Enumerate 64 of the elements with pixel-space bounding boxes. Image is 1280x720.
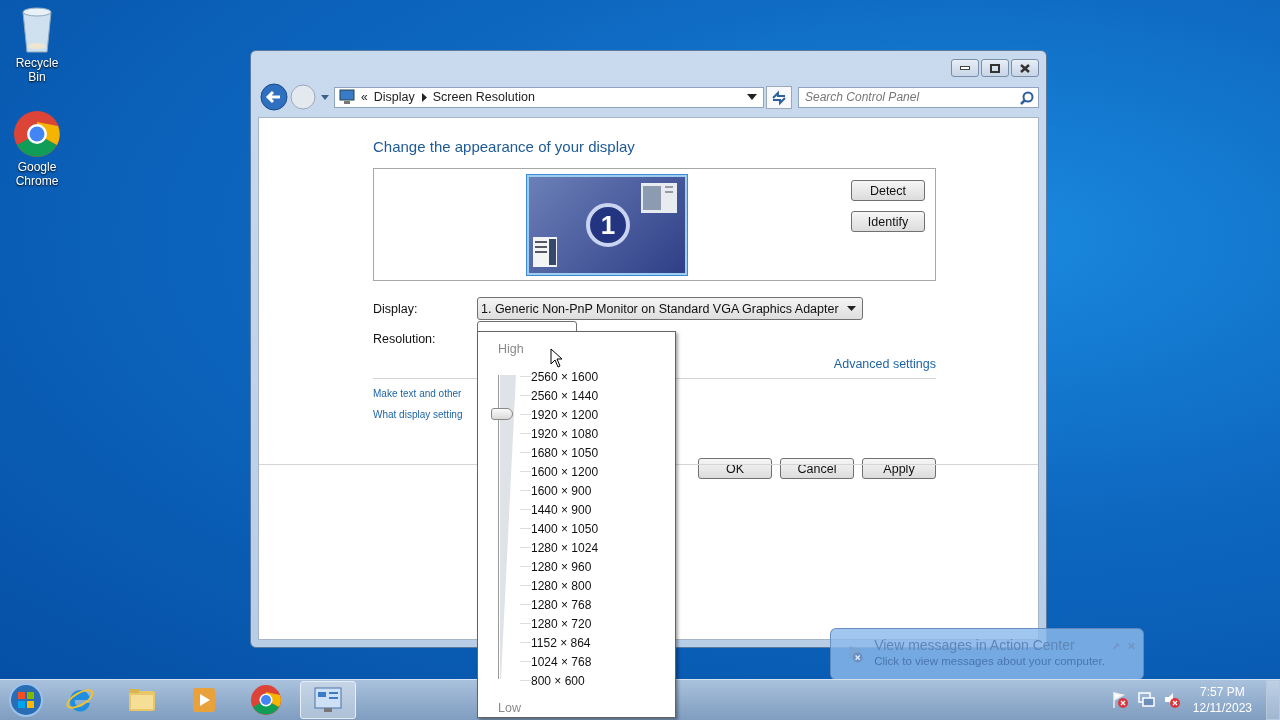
help-link[interactable]: Make text and other [373,388,462,399]
resolution-option[interactable]: 1280 × 720 [531,616,592,631]
resolution-option[interactable]: 1152 × 864 [531,635,591,650]
resolution-option[interactable]: 1600 × 900 [531,483,592,498]
resolution-option[interactable]: 1400 × 1050 [531,521,599,536]
display-dropdown[interactable]: 1. Generic Non-PnP Monitor on Standard VGA Graphics Adapter [477,297,863,320]
taskbar-button[interactable] [300,681,356,719]
side-button[interactable]: Identify [851,211,925,232]
dropdown-arrow-icon [846,306,856,311]
search-icon [1020,90,1034,105]
page-heading: Change the appearance of your display [373,138,636,156]
back-button[interactable] [260,83,288,111]
start-button[interactable] [6,680,46,720]
desktop-icon-label[interactable]: Google Chrome [6,160,68,188]
slider-label: Low [498,701,521,717]
mouse-pointer-icon [550,348,563,368]
refresh-button[interactable] [766,85,792,109]
resolution-option[interactable]: 1920 × 1200 [531,407,599,422]
resolution-option[interactable]: 2560 × 1440 [531,388,599,403]
field-label: Resolution: [373,332,437,346]
search-field[interactable]: Search Control Panel [798,86,1039,108]
side-button[interactable]: Detect [851,180,925,201]
address-bar[interactable]: « Display Screen Resolution [334,86,764,108]
flag-error-icon[interactable] [1110,691,1129,709]
resolution-option[interactable]: 1024 × 768 [531,654,592,669]
monitor-number-badge: 1 [586,203,630,247]
resolution-option[interactable]: 800 × 600 [531,673,585,688]
maximize-icon [990,63,1000,73]
slider-thumb[interactable] [491,408,513,420]
resolution-option[interactable]: 1280 × 960 [531,559,592,574]
close-icon [1020,63,1030,73]
help-link[interactable]: What display setting [373,409,463,420]
breadcrumb[interactable]: Screen Resolution [432,90,535,104]
close-button[interactable] [1011,59,1039,77]
breadcrumb[interactable]: Display [373,90,415,104]
network-icon[interactable] [1136,691,1155,709]
overflow-chevron[interactable]: « [361,90,368,104]
slider-label: High [498,342,524,358]
monitor-icon [339,89,355,105]
resolution-option[interactable]: 1920 × 1080 [531,426,599,441]
resolution-option[interactable]: 1280 × 768 [531,597,592,612]
resolution-option[interactable]: 2560 × 1600 [531,369,599,384]
resolution-option[interactable]: 1280 × 800 [531,578,592,593]
slider-wedge-icon [498,375,516,679]
field-label: Display: [373,301,419,316]
resolution-option[interactable]: 1440 × 900 [531,502,592,517]
speaker-muted-icon[interactable] [1162,691,1181,709]
minimize-icon [960,66,970,70]
resolution-option[interactable]: 1600 × 1200 [531,464,599,479]
dialog-button[interactable]: Apply [862,458,936,479]
resolution-option[interactable]: 1680 × 1050 [531,445,599,460]
dropdown-arrow-icon[interactable] [747,94,757,100]
resolution-option[interactable]: 1280 × 1024 [531,540,599,555]
desktop-icon-label[interactable]: Recycle Bin [6,56,68,84]
monitor-preview[interactable]: 1 [527,175,687,275]
minimize-button[interactable] [951,59,979,77]
maximize-button[interactable] [981,59,1009,77]
window-thumbnail-icon [641,183,677,213]
chevron-right-icon [420,92,427,102]
chrome-icon[interactable] [13,110,61,158]
dialog-button[interactable]: Cancel [780,458,854,479]
chrome-icon [250,684,282,716]
start-menu-thumbnail-icon [533,237,557,267]
advanced-settings-link[interactable]: Advanced settings [833,357,936,371]
